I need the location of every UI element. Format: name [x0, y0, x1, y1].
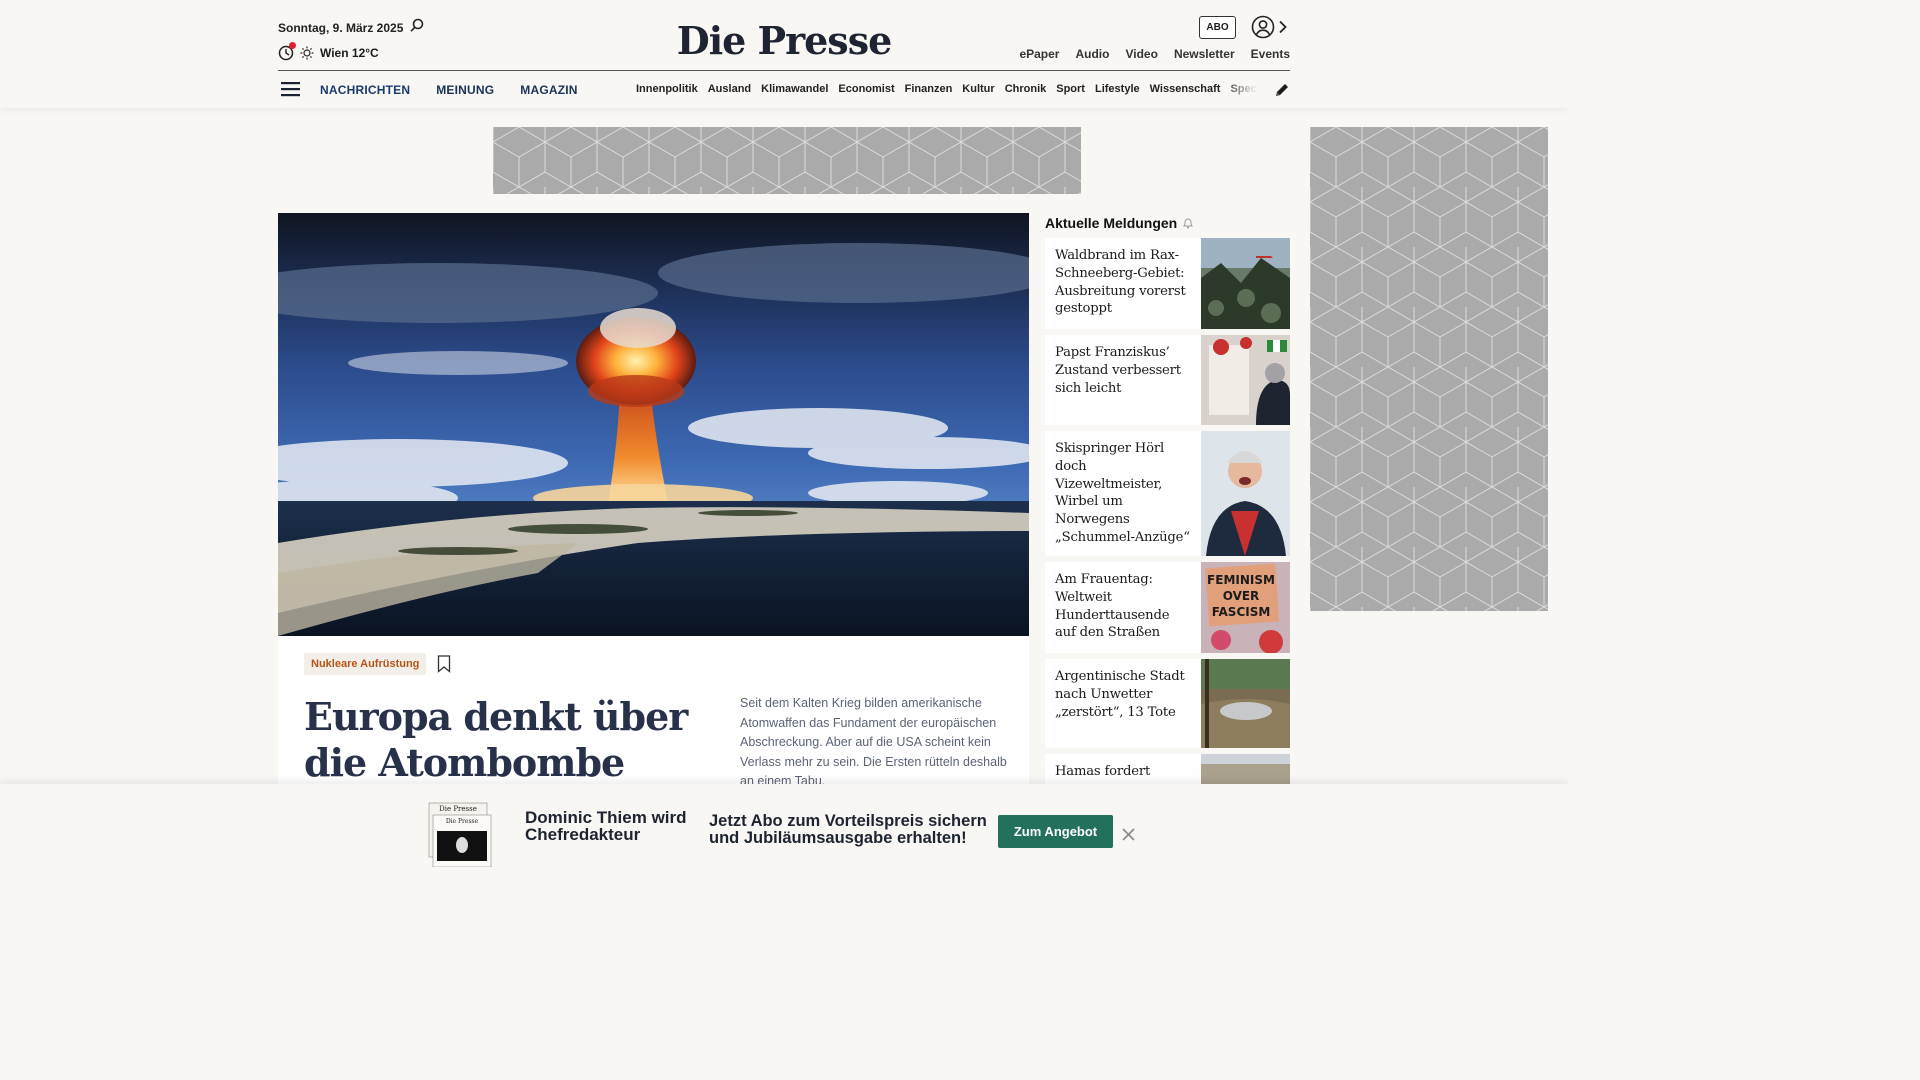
- news-thumbnail[interactable]: [1201, 431, 1290, 556]
- pencil-icon[interactable]: [1274, 82, 1290, 98]
- nav-magazin[interactable]: MAGAZIN: [520, 83, 577, 97]
- util-nav-newsletter[interactable]: Newsletter: [1174, 47, 1235, 61]
- promo-offer-text: Jetzt Abo zum Vorteilspreis sichern und …: [709, 812, 987, 847]
- subscription-promo-bar: Die Presse Die Presse Dominic Thiem wird…: [0, 784, 1568, 882]
- hero-image[interactable]: [278, 213, 1029, 636]
- list-item[interactable]: Papst Franziskus’ Zustand verbessert sic…: [1045, 335, 1290, 425]
- section-lifestyle[interactable]: Lifestyle: [1095, 83, 1140, 95]
- site-logo[interactable]: Die Presse: [0, 18, 1568, 63]
- topic-tag[interactable]: Nukleare Aufrüstung: [304, 653, 427, 675]
- section-economist[interactable]: Economist: [838, 83, 894, 95]
- news-thumbnail[interactable]: [1201, 335, 1290, 425]
- bookmark-icon[interactable]: [437, 655, 451, 673]
- news-thumbnail[interactable]: [1201, 238, 1290, 329]
- svg-text:FASCISM: FASCISM: [1212, 605, 1271, 619]
- header-divider: [278, 70, 1290, 71]
- svg-text:Die Presse: Die Presse: [446, 818, 479, 825]
- list-item[interactable]: Waldbrand im Rax-Schneeberg-Gebiet: Ausb…: [1045, 238, 1290, 329]
- offer-button[interactable]: Zum Angebot: [998, 815, 1113, 848]
- main-nav: NACHRICHTEN MEINUNG MAGAZIN: [320, 83, 578, 97]
- menu-icon[interactable]: [281, 81, 301, 97]
- svg-text:Die Presse: Die Presse: [439, 805, 477, 813]
- chevron-right-icon[interactable]: [1278, 20, 1288, 34]
- news-title[interactable]: Argentinische Stadt nach Unwetter „zerst…: [1045, 659, 1201, 748]
- util-nav-video[interactable]: Video: [1125, 47, 1157, 61]
- section-kultur[interactable]: Kultur: [962, 83, 994, 95]
- svg-text:OVER: OVER: [1223, 589, 1260, 603]
- close-icon[interactable]: [1122, 828, 1135, 841]
- list-item[interactable]: Argentinische Stadt nach Unwetter „zerst…: [1045, 659, 1290, 748]
- list-item[interactable]: Am Frauentag: Weltweit Hunderttausende a…: [1045, 562, 1290, 653]
- bell-icon[interactable]: [1182, 217, 1194, 229]
- ad-banner-top[interactable]: [493, 127, 1081, 194]
- promo-headline: Dominic Thiem wird Chefredakteur: [525, 808, 687, 844]
- section-nav: Innenpolitik Ausland Klimawandel Economi…: [636, 83, 1258, 95]
- section-finanzen[interactable]: Finanzen: [905, 83, 953, 95]
- util-nav-events[interactable]: Events: [1251, 47, 1290, 61]
- section-innenpolitik[interactable]: Innenpolitik: [636, 83, 698, 95]
- news-title[interactable]: Am Frauentag: Weltweit Hunderttausende a…: [1045, 562, 1201, 653]
- section-sport[interactable]: Sport: [1056, 83, 1085, 95]
- section-spectrum[interactable]: Spectrum: [1230, 83, 1258, 95]
- user-icon[interactable]: [1251, 15, 1275, 39]
- section-ausland[interactable]: Ausland: [708, 83, 751, 95]
- ad-skyscraper[interactable]: [1310, 127, 1548, 611]
- list-item[interactable]: Skispringer Hörl doch Vizeweltmeister, W…: [1045, 431, 1290, 556]
- abo-button[interactable]: ABO: [1199, 16, 1236, 39]
- news-thumbnail[interactable]: FEMINISM OVER FASCISM: [1201, 562, 1290, 653]
- utility-nav: ePaper Audio Video Newsletter Events: [1019, 47, 1290, 61]
- section-wissenschaft[interactable]: Wissenschaft: [1150, 83, 1221, 95]
- site-header: Sonntag, 9. März 2025 Wien 12°C Die Pres…: [0, 0, 1568, 108]
- news-title[interactable]: Papst Franziskus’ Zustand verbessert sic…: [1045, 335, 1201, 425]
- latest-news-list: Waldbrand im Rax-Schneeberg-Gebiet: Ausb…: [1045, 238, 1290, 820]
- lead-article-card[interactable]: Nukleare Aufrüstung Europa denkt über di…: [278, 636, 1029, 831]
- news-title[interactable]: Skispringer Hörl doch Vizeweltmeister, W…: [1045, 431, 1201, 556]
- section-klimawandel[interactable]: Klimawandel: [761, 83, 828, 95]
- nav-nachrichten[interactable]: NACHRICHTEN: [320, 83, 410, 97]
- util-nav-epaper[interactable]: ePaper: [1019, 47, 1059, 61]
- news-title[interactable]: Waldbrand im Rax-Schneeberg-Gebiet: Ausb…: [1045, 238, 1201, 329]
- util-nav-audio[interactable]: Audio: [1075, 47, 1109, 61]
- lead-teaser: Seit dem Kalten Krieg bilden amerikanisc…: [740, 696, 1007, 788]
- latest-news-title: Aktuelle Meldungen: [1045, 215, 1194, 231]
- svg-text:FEMINISM: FEMINISM: [1207, 573, 1275, 587]
- news-thumbnail[interactable]: [1201, 659, 1290, 748]
- newspaper-image: Die Presse Die Presse: [428, 802, 492, 867]
- nav-meinung[interactable]: MEINUNG: [436, 83, 494, 97]
- section-chronik[interactable]: Chronik: [1005, 83, 1047, 95]
